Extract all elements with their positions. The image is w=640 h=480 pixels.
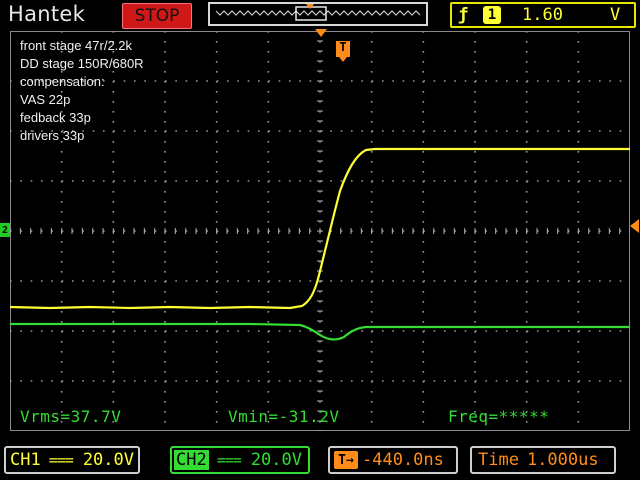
dc-coupling-icon: === <box>216 451 242 469</box>
trigger-time-marker[interactable]: T <box>336 41 350 62</box>
measurement-freq: Freq=***** <box>448 407 550 426</box>
bottom-status-bar: CH1 === 20.0V CH2 === 20.0V T→ -440.0ns … <box>0 440 640 480</box>
timebase-label: Time <box>478 450 519 470</box>
oscilloscope-screen: front stage 47r/2.2k DD stage 150R/680R … <box>0 29 639 431</box>
rising-edge-icon: ƒ <box>458 5 469 25</box>
horizontal-position-box[interactable]: T→ -440.0ns <box>328 446 458 474</box>
dc-coupling-icon: === <box>48 451 74 469</box>
horizontal-position-value: -440.0ns <box>362 450 444 470</box>
annotation-line: DD stage 150R/680R <box>20 56 144 71</box>
ch2-waveform <box>10 322 630 341</box>
ch2-label: CH2 <box>174 450 209 470</box>
memory-window-frame <box>295 6 327 21</box>
timebase-box[interactable]: Time 1.000us <box>470 446 616 474</box>
ch2-settings-box[interactable]: CH2 === 20.0V <box>170 446 310 474</box>
trigger-level-value: 1.60 <box>522 5 563 25</box>
run-stop-indicator[interactable]: STOP <box>122 3 192 29</box>
annotation-notes: front stage 47r/2.2k DD stage 150R/680R … <box>20 37 144 145</box>
annotation-line: compensation: <box>20 74 105 89</box>
trigger-settings-box[interactable]: ƒ 1 1.60 V <box>450 2 636 28</box>
ch1-volts-per-div: 20.0V <box>82 450 134 470</box>
annotation-line: drivers 33p <box>20 128 85 143</box>
trigger-position-marker[interactable] <box>315 29 327 37</box>
trigger-offset-icon: T→ <box>334 451 358 469</box>
annotation-line: front stage 47r/2.2k <box>20 38 133 53</box>
trigger-level-marker[interactable] <box>630 219 639 233</box>
ch1-settings-box[interactable]: CH1 === 20.0V <box>4 446 140 474</box>
measurement-vrms: Vrms=37.7V <box>20 407 122 426</box>
trigger-level-unit: V <box>610 5 621 25</box>
trigger-source-badge: 1 <box>483 6 501 24</box>
memory-waveform-preview <box>215 4 421 21</box>
top-status-bar: Hantek STOP ƒ 1 1.60 V <box>0 0 640 30</box>
annotation-line: fedback 33p <box>20 110 91 125</box>
memory-position-bar[interactable] <box>208 2 428 26</box>
annotation-line: VAS 22p <box>20 92 71 107</box>
brand-logo: Hantek <box>8 2 86 26</box>
ch1-waveform <box>10 147 630 310</box>
timebase-value: 1.000us <box>526 450 599 470</box>
measurement-vmin: Vmin=-31.2V <box>228 407 340 426</box>
ch1-label: CH1 <box>10 450 41 470</box>
ch2-volts-per-div: 20.0V <box>250 450 302 470</box>
ch2-ground-marker[interactable]: 2 <box>0 223 10 237</box>
